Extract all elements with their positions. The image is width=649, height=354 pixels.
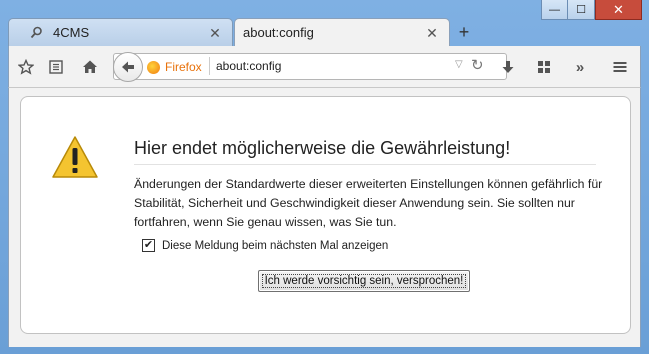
accept-risk-button-label: Ich werde vorsichtig sein, versprochen! — [261, 274, 467, 288]
show-warning-checkbox-row[interactable]: ✔ Diese Meldung beim nächsten Mal anzeig… — [142, 239, 388, 252]
tab-strip: 4CMS ✕ about:config ✕ + — [8, 18, 649, 46]
window-frame: — ☐ ✕ 4CMS ✕ about:config ✕ + Firefox ab… — [0, 0, 649, 354]
back-arrow-icon[interactable] — [113, 52, 143, 82]
firefox-logo-icon — [147, 60, 160, 74]
page-content: Hier endet möglicherweise die Gewährleis… — [8, 88, 641, 354]
window-bottom-border — [0, 347, 649, 354]
home-icon[interactable] — [79, 56, 101, 78]
url-text[interactable]: about:config — [216, 59, 281, 73]
close-tab-icon[interactable]: ✕ — [208, 26, 222, 40]
url-separator — [209, 57, 210, 75]
maximize-button[interactable]: ☐ — [568, 0, 595, 20]
identity-label: Firefox — [165, 60, 202, 74]
reading-list-icon[interactable] — [45, 56, 67, 78]
url-dropdown-icon[interactable]: ▽ — [455, 59, 463, 70]
warning-message: Änderungen der Standardwerte dieser erwe… — [134, 177, 603, 229]
warning-triangle-icon — [51, 135, 99, 179]
accept-risk-button[interactable]: Ich werde vorsichtig sein, versprochen! — [258, 270, 470, 292]
minimize-button[interactable]: — — [541, 0, 568, 20]
show-warning-checkbox[interactable]: ✔ — [142, 239, 155, 252]
overflow-chevron-icon[interactable]: » — [569, 56, 591, 78]
tab-groups-icon[interactable] — [533, 56, 555, 78]
new-tab-button[interactable]: + — [454, 22, 474, 42]
search-icon — [29, 26, 43, 40]
reload-icon[interactable]: ↻ — [471, 56, 484, 74]
close-tab-icon[interactable]: ✕ — [425, 26, 439, 40]
warning-title: Hier endet möglicherweise die Gewährleis… — [134, 138, 596, 165]
tab-label: about:config — [243, 25, 314, 40]
download-icon[interactable] — [497, 56, 519, 78]
tab-4cms[interactable]: 4CMS ✕ — [8, 18, 233, 46]
navigation-toolbar: Firefox about:config ▽ ↻ » — [8, 46, 641, 88]
close-window-button[interactable]: ✕ — [595, 0, 642, 20]
identity-box[interactable]: Firefox — [147, 58, 202, 76]
warning-card: Hier endet möglicherweise die Gewährleis… — [20, 96, 631, 334]
checkbox-label: Diese Meldung beim nächsten Mal anzeigen — [162, 239, 389, 252]
menu-hamburger-icon[interactable] — [609, 56, 631, 78]
star-icon[interactable] — [15, 56, 37, 78]
tab-label: 4CMS — [53, 25, 90, 40]
tab-about-config[interactable]: about:config ✕ — [234, 18, 450, 46]
